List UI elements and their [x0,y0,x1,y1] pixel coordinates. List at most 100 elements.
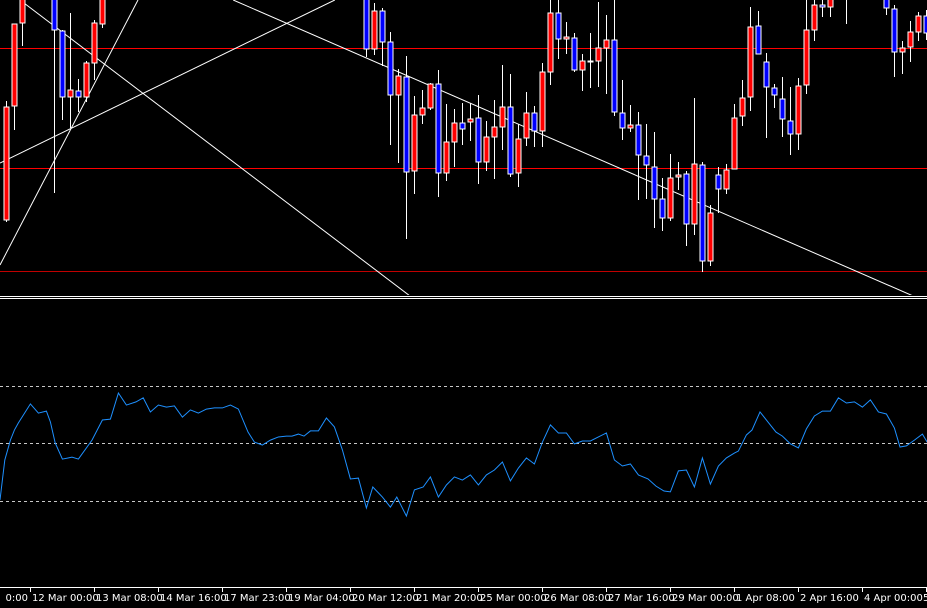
candle-body [491,126,498,138]
candle-body [51,0,58,31]
candle-bullish [827,0,834,17]
x-tick-label: 21 Mar 20:00 [416,593,483,604]
candle-body [755,25,762,55]
candle-body [819,4,826,8]
candle-body [451,122,458,143]
candle-body [403,76,410,173]
price-chart[interactable]: 0:00 5 12 Mar 00:0013 Mar 08:0014 Mar 16… [0,0,927,608]
trendline[interactable] [0,0,336,164]
candle-body [387,41,394,96]
candle-body [779,98,786,120]
candle-bullish [739,80,746,126]
candle-body [827,0,834,8]
x-tick-label-partial: 5 [923,593,927,604]
candle-bearish [819,0,826,17]
candle-bearish [75,79,82,112]
candle-bearish [555,0,562,59]
candle-bullish [667,154,674,221]
candle-bullish [747,7,754,111]
candle-body [427,83,434,109]
candle-body [915,15,922,33]
candle-body [595,47,602,62]
candle-body [899,47,906,53]
candle-body [667,177,674,219]
candle-body [59,30,66,98]
candle-body [395,75,402,96]
candle-body [91,22,98,64]
candle-bullish [419,90,426,124]
candle-body [555,12,562,40]
candle-body [523,112,530,139]
candle-body [907,31,914,48]
candle-bullish [627,105,634,132]
candle-body [19,0,26,24]
x-tick-label: 19 Mar 04:00 [288,593,355,604]
candle-bullish [91,20,98,80]
candle-body [459,122,466,130]
candle-bullish [691,98,698,235]
candle-bullish [731,104,738,170]
candle-bullish [427,83,434,110]
candle-bearish [883,0,890,15]
candle-body [619,112,626,129]
main-price-pane[interactable] [0,0,927,296]
candle-bearish [435,70,442,197]
trendline[interactable] [19,0,410,296]
trendline[interactable] [0,0,139,266]
x-tick-label: 13 Mar 08:00 [96,593,163,604]
candle-body [635,124,642,156]
x-tick-label: 27 Mar 16:00 [608,593,675,604]
candle-bearish [619,80,626,140]
candle-body [419,107,426,116]
candle-bearish [643,124,650,199]
candle-body [675,174,682,178]
indicator-pane[interactable] [0,386,927,518]
candle-bullish [467,103,474,141]
candle-bullish [803,0,810,94]
x-tick-label: 25 Mar 00:00 [480,593,547,604]
candle-body [715,174,722,190]
candle-bearish [699,162,706,272]
candle-body [627,124,634,129]
candle-body [787,120,794,135]
x-tick-label: 2 Apr 16:00 [800,593,859,604]
candle-bullish [3,101,10,222]
indicator-line[interactable] [0,391,927,518]
candle-body [443,141,450,174]
candle-bullish [846,0,847,24]
x-tick-label: 29 Mar 00:00 [672,593,739,604]
candle-bearish [59,30,66,120]
candle-bearish [475,95,482,184]
x-tick-label: 4 Apr 00:00 [864,593,923,604]
candle-bullish [491,100,498,179]
candle-bullish [899,41,906,74]
candle-body [83,62,90,98]
candle-bearish [507,74,514,177]
candle-body [539,71,546,132]
candle-body [499,106,506,128]
candle-bearish [779,77,786,137]
candle-bearish [531,106,538,147]
candle-bearish [771,84,778,108]
candle-bullish [587,33,594,88]
candle-bearish [387,32,394,145]
candle-body [531,112,538,132]
candle-body [67,89,74,98]
candle-body [603,39,610,49]
candle-bullish [563,22,570,54]
candle-body [563,36,570,40]
candle-bearish [715,167,722,213]
candle-body [747,26,754,98]
candle-body [99,0,106,25]
candle-body [371,10,378,50]
candle-bullish [99,0,106,28]
candle-bullish [811,0,818,41]
candle-body [803,29,810,86]
candle-bearish [635,112,642,200]
x-tick-label-partial: 0:00 [6,593,28,604]
candle-body [579,60,586,71]
candle-bullish [603,15,610,94]
candle-bearish [787,87,794,155]
candle-body [587,60,594,63]
candle-bullish [907,21,914,62]
